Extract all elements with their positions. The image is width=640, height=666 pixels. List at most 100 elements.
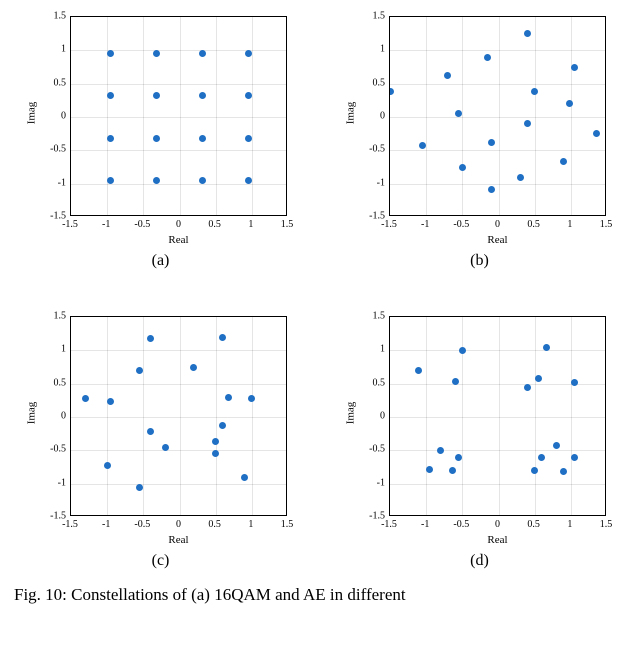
- x-tick-label: 0: [176, 519, 181, 530]
- data-point: [199, 92, 206, 99]
- x-tick-label: 1: [248, 219, 253, 230]
- y-tick-label: 1.5: [32, 11, 66, 22]
- data-point: [553, 442, 560, 449]
- data-point: [245, 135, 252, 142]
- y-tick-label: 1: [351, 344, 385, 355]
- x-tick-label: -0.5: [453, 519, 469, 530]
- gridline-h: [390, 450, 605, 451]
- data-point: [566, 100, 573, 107]
- y-tick-label: -0.5: [351, 144, 385, 155]
- x-tick-label: 1: [567, 519, 572, 530]
- data-point: [560, 468, 567, 475]
- gridline-v: [107, 317, 108, 515]
- scatter-plot-a: Real Imag -1.5-1-0.500.511.5-1.5-1-0.500…: [28, 10, 293, 248]
- x-tick-label: 0: [176, 219, 181, 230]
- y-tick-label: -0.5: [351, 444, 385, 455]
- plot-area: [389, 16, 606, 216]
- gridline-v: [462, 17, 463, 215]
- data-point: [484, 54, 491, 61]
- data-point: [593, 130, 600, 137]
- x-tick-label: -0.5: [134, 519, 150, 530]
- data-point: [449, 467, 456, 474]
- x-tick-label: -1: [421, 519, 429, 530]
- x-tick-label: 1: [248, 519, 253, 530]
- x-tick-label: 0.5: [527, 519, 540, 530]
- gridline-h: [71, 484, 286, 485]
- data-point: [153, 135, 160, 142]
- data-point: [219, 422, 226, 429]
- y-tick-label: -1: [32, 477, 66, 488]
- x-tick-label: 1.5: [281, 219, 294, 230]
- y-tick-label: -1: [351, 177, 385, 188]
- x-tick-label: 1: [567, 219, 572, 230]
- x-axis-label: Real: [389, 534, 606, 546]
- x-tick-label: -1: [421, 219, 429, 230]
- plot-area: [70, 316, 287, 516]
- data-point: [245, 50, 252, 57]
- data-point: [136, 367, 143, 374]
- data-point: [199, 135, 206, 142]
- data-point: [199, 50, 206, 57]
- data-point: [248, 395, 255, 402]
- data-point: [245, 92, 252, 99]
- data-point: [136, 484, 143, 491]
- data-point: [82, 395, 89, 402]
- data-point: [535, 375, 542, 382]
- y-tick-label: 1.5: [351, 11, 385, 22]
- y-tick-label: 0.5: [351, 77, 385, 88]
- data-point: [444, 72, 451, 79]
- sub-caption-a: (a): [152, 252, 170, 270]
- x-tick-label: 0.5: [208, 219, 221, 230]
- data-point: [107, 398, 114, 405]
- y-tick-label: -1.5: [351, 511, 385, 522]
- gridline-v: [143, 317, 144, 515]
- gridline-h: [390, 350, 605, 351]
- x-tick-label: -0.5: [134, 219, 150, 230]
- data-point: [543, 344, 550, 351]
- scatter-plot-c: Real Imag -1.5-1-0.500.511.5-1.5-1-0.500…: [28, 310, 293, 548]
- data-point: [531, 467, 538, 474]
- data-point: [153, 50, 160, 57]
- data-point: [162, 444, 169, 451]
- panel-b: Real Imag -1.5-1-0.500.511.5-1.5-1-0.500…: [331, 10, 628, 270]
- data-point: [147, 335, 154, 342]
- y-tick-label: -1: [351, 477, 385, 488]
- gridline-v: [499, 17, 500, 215]
- x-tick-label: 0: [495, 519, 500, 530]
- plot-area: [389, 316, 606, 516]
- data-point: [452, 378, 459, 385]
- data-point: [524, 384, 531, 391]
- data-point: [488, 186, 495, 193]
- gridline-v: [426, 317, 427, 515]
- gridline-h: [71, 117, 286, 118]
- gridline-v: [499, 317, 500, 515]
- data-point: [241, 474, 248, 481]
- data-point: [389, 88, 394, 95]
- gridline-v: [143, 17, 144, 215]
- data-point: [147, 428, 154, 435]
- x-tick-label: 1.5: [600, 519, 613, 530]
- data-point: [190, 364, 197, 371]
- data-point: [571, 454, 578, 461]
- gridline-h: [71, 417, 286, 418]
- gridline-h: [390, 150, 605, 151]
- data-point: [245, 177, 252, 184]
- y-tick-label: 0: [351, 111, 385, 122]
- plot-area: [70, 16, 287, 216]
- panel-c: Real Imag -1.5-1-0.500.511.5-1.5-1-0.500…: [12, 310, 309, 570]
- data-point: [107, 92, 114, 99]
- y-tick-label: 0.5: [32, 377, 66, 388]
- gridline-v: [571, 317, 572, 515]
- data-point: [437, 447, 444, 454]
- y-tick-label: 1: [32, 44, 66, 55]
- gridline-v: [216, 17, 217, 215]
- gridline-v: [180, 17, 181, 215]
- y-tick-label: -1.5: [351, 211, 385, 222]
- gridline-v: [426, 17, 427, 215]
- data-point: [212, 438, 219, 445]
- data-point: [107, 135, 114, 142]
- x-tick-label: 1.5: [600, 219, 613, 230]
- gridline-h: [390, 84, 605, 85]
- data-point: [199, 177, 206, 184]
- gridline-h: [71, 50, 286, 51]
